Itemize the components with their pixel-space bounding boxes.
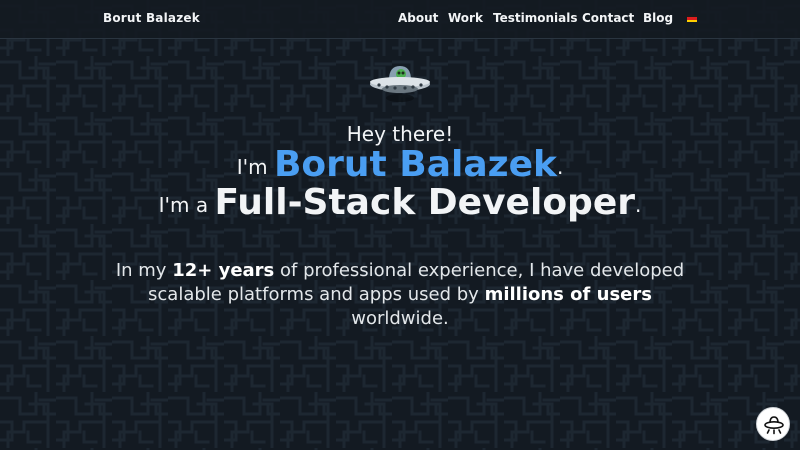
- ufo-icon: [764, 416, 784, 435]
- about-text-1: In my: [115, 260, 167, 281]
- nav-link-contact[interactable]: Contact: [582, 11, 634, 25]
- ufo-floating-button[interactable]: [756, 407, 790, 441]
- role-prefix: I'm a: [158, 193, 209, 217]
- site-brand[interactable]: Borut Balazek: [103, 11, 200, 25]
- german-flag-icon[interactable]: [687, 15, 697, 22]
- intro-suffix: .: [556, 155, 564, 179]
- about-text-3: worldwide.: [351, 308, 449, 329]
- role-line: I'm a Full-Stack Developer.: [0, 182, 800, 223]
- hero-section: Hey there! I'm Borut Balazek. I'm a Full…: [0, 0, 800, 450]
- developer-name: Borut Balazek: [273, 144, 557, 185]
- intro-line: I'm Borut Balazek.: [0, 144, 800, 185]
- developer-role: Full-Stack Developer: [214, 182, 636, 223]
- nav-link-blog[interactable]: Blog: [643, 11, 673, 25]
- nav-link-testimonials[interactable]: Testimonials: [493, 11, 577, 25]
- about-highlight-years: 12+ years: [172, 260, 275, 281]
- role-suffix: .: [635, 193, 642, 217]
- greeting-text: Hey there!: [346, 122, 454, 146]
- intro-prefix: I'm: [236, 155, 268, 179]
- about-paragraph: In my 12+ years of professional experien…: [100, 259, 700, 331]
- ufo-icon: [370, 66, 430, 102]
- top-navbar: Borut Balazek About Work Testimonials Co…: [0, 0, 800, 39]
- nav-link-about[interactable]: About: [398, 11, 438, 25]
- about-highlight-users: millions of users: [484, 284, 652, 305]
- nav-link-work[interactable]: Work: [448, 11, 483, 25]
